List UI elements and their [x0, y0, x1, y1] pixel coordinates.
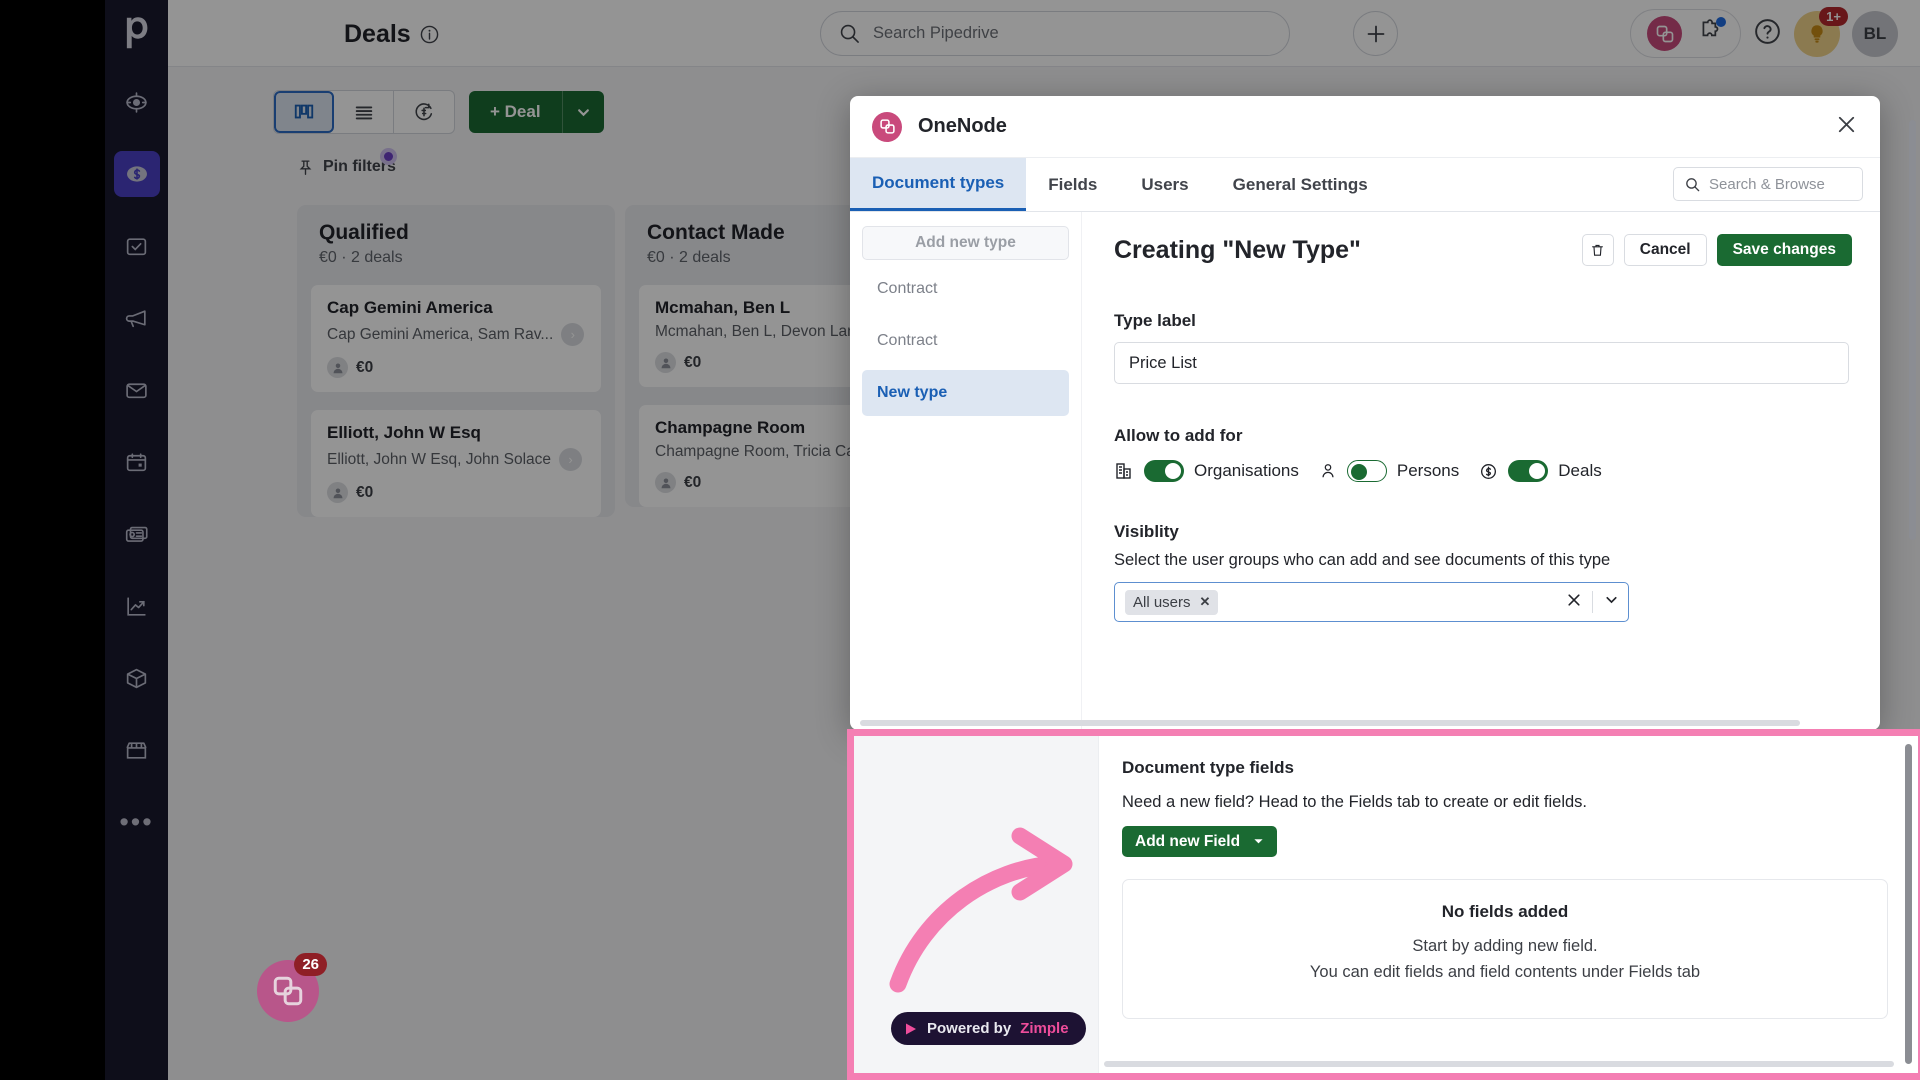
modal-header: OneNode	[850, 96, 1880, 158]
add-new-type-button[interactable]: Add new type	[862, 226, 1069, 260]
tab-label: Users	[1141, 174, 1189, 194]
highlight-vertical-scrollbar[interactable]	[1905, 744, 1912, 1064]
tab-users[interactable]: Users	[1119, 158, 1210, 211]
document-type-form: Creating "New Type" Cancel Save changes	[1082, 212, 1880, 730]
tab-label: Fields	[1048, 174, 1098, 194]
badge-brand: Zimple	[1020, 1020, 1069, 1037]
modal-vertical-scrollbar[interactable]	[1909, 120, 1916, 540]
modal-app-name: OneNode	[918, 115, 1007, 137]
add-new-field-label: Add new Field	[1135, 832, 1241, 850]
onenode-chat-icon	[273, 976, 303, 1006]
add-new-type-label: Add new type	[915, 234, 1016, 251]
tab-label: General Settings	[1232, 174, 1368, 194]
type-item-label: Contract	[877, 280, 938, 297]
type-label-input[interactable]	[1114, 342, 1849, 384]
no-fields-line2: You can edit fields and field contents u…	[1309, 963, 1701, 981]
deal-dollar-icon	[1481, 463, 1497, 479]
powered-by-zimple-badge[interactable]: Powered by Zimple	[891, 1012, 1086, 1045]
clear-x-icon[interactable]	[1566, 592, 1582, 613]
search-icon	[1686, 177, 1700, 191]
allow-to-add-title: Allow to add for	[1114, 426, 1243, 445]
no-fields-panel: No fields added Start by adding new fiel…	[1122, 879, 1888, 1019]
modal-search-input[interactable]: Search & Browse	[1673, 167, 1863, 201]
delete-type-button[interactable]	[1581, 234, 1614, 266]
no-fields-title: No fields added	[1441, 902, 1569, 921]
type-item-label: Contract	[877, 332, 938, 349]
type-list-item[interactable]: Contract	[862, 266, 1069, 312]
toggle-persons[interactable]	[1346, 460, 1387, 482]
chevron-down-icon[interactable]	[1603, 591, 1620, 613]
modal-tabs: Document types Fields Users General Sett…	[850, 158, 1880, 212]
visibility-chip: All users ✕	[1125, 589, 1219, 615]
tab-general-settings[interactable]: General Settings	[1211, 158, 1390, 211]
chip-remove-x-icon[interactable]: ✕	[1200, 594, 1211, 610]
visibility-title: Visiblity	[1114, 522, 1179, 541]
toggle-organisations-label: Organisations	[1194, 461, 1299, 480]
tab-document-types[interactable]: Document types	[850, 158, 1027, 211]
chat-badge: 26	[294, 953, 327, 976]
highlight-right-panel: Document type fields Need a new field? H…	[1100, 736, 1918, 1073]
onenode-chat-button[interactable]: 26	[257, 953, 327, 1022]
toggle-persons-label: Persons	[1396, 461, 1460, 480]
form-heading: Creating "New Type"	[1114, 235, 1361, 264]
save-changes-button[interactable]: Save changes	[1716, 234, 1852, 266]
play-triangle-icon	[906, 1023, 916, 1034]
badge-prefix: Powered by	[927, 1020, 1012, 1037]
type-list-item-new-type[interactable]: New type	[862, 370, 1069, 416]
add-new-field-button[interactable]: Add new Field	[1122, 826, 1278, 857]
visibility-select[interactable]: All users ✕	[1114, 582, 1629, 622]
highlight-horizontal-scrollbar[interactable]	[1104, 1061, 1894, 1067]
cancel-label: Cancel	[1639, 241, 1691, 258]
chevron-down-icon	[1254, 839, 1263, 844]
allow-toggles: Organisations Persons Deals	[1114, 460, 1852, 482]
select-controls	[1566, 591, 1620, 613]
no-fields-line1: Start by adding new field.	[1412, 937, 1598, 955]
document-type-fields-help: Need a new field? Head to the Fields tab…	[1122, 793, 1588, 811]
toggle-deals[interactable]	[1508, 460, 1549, 482]
cancel-button[interactable]: Cancel	[1623, 234, 1707, 266]
toggle-deals-label: Deals	[1558, 461, 1602, 480]
toggle-organisations[interactable]	[1144, 460, 1184, 482]
document-type-list: Add new type Contract Contract New type	[850, 212, 1082, 730]
document-type-fields-title: Document type fields	[1122, 758, 1294, 777]
modal-body: Add new type Contract Contract New type …	[850, 212, 1880, 730]
close-x-icon[interactable]	[1835, 113, 1858, 141]
organisation-building-icon	[1116, 463, 1131, 479]
highlight-left-panel: Powered by Zimple	[854, 736, 1099, 1073]
form-actions: Cancel Save changes	[1581, 234, 1852, 266]
visibility-help: Select the user groups who can add and s…	[1114, 551, 1611, 569]
onenode-icon	[872, 111, 902, 142]
tab-label: Document types	[872, 173, 1005, 192]
modal-horizontal-scrollbar[interactable]	[860, 720, 1800, 726]
visibility-chip-label: All users	[1133, 593, 1191, 611]
tab-fields[interactable]: Fields	[1026, 158, 1119, 211]
type-label-title: Type label	[1114, 311, 1196, 330]
type-list-item[interactable]: Contract	[862, 318, 1069, 364]
person-icon	[1322, 464, 1334, 478]
modal-search-placeholder: Search & Browse	[1709, 175, 1825, 193]
save-label: Save changes	[1732, 241, 1836, 258]
onenode-modal: OneNode Document types Fields Users Gene…	[850, 96, 1880, 730]
trash-icon	[1592, 244, 1604, 256]
form-header: Creating "New Type" Cancel Save changes	[1114, 234, 1852, 266]
app-root: Deals Search Pipedrive 1+ BL + Deal Pin …	[105, 0, 1920, 1080]
select-divider	[1592, 591, 1593, 613]
document-type-fields-highlight: Powered by Zimple Document type fields N…	[847, 729, 1920, 1080]
type-item-label: New type	[877, 384, 948, 401]
